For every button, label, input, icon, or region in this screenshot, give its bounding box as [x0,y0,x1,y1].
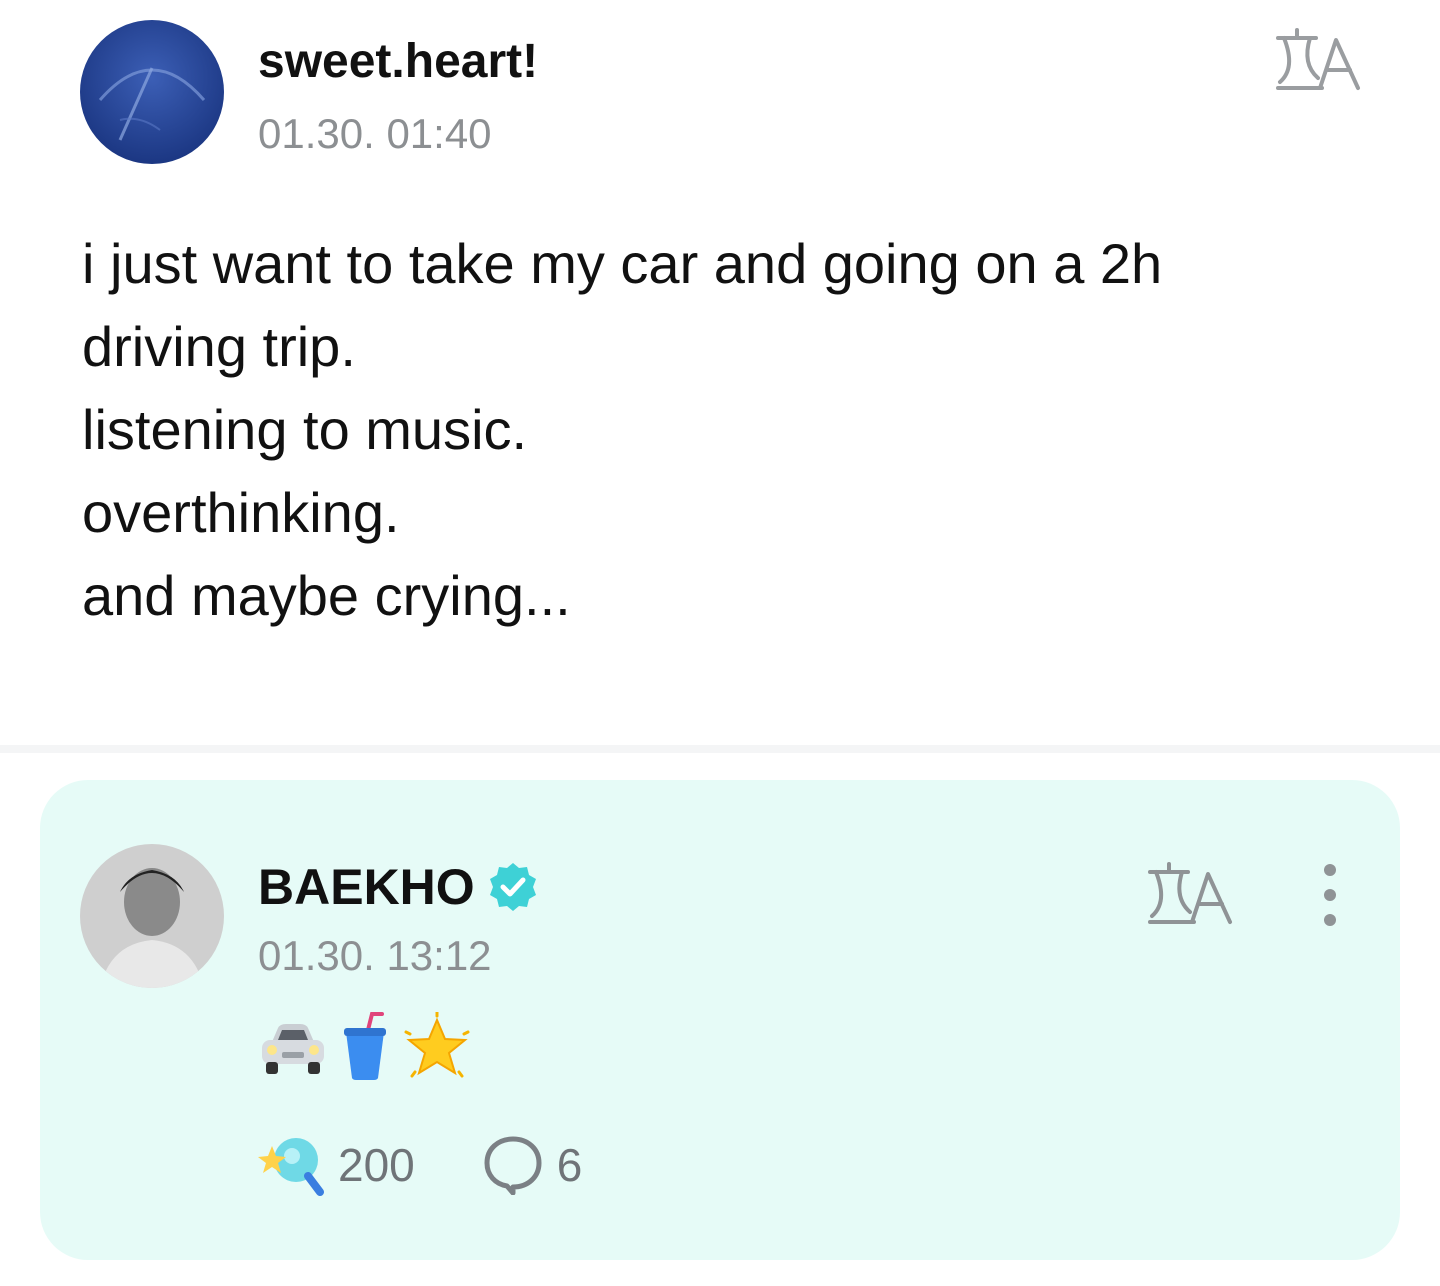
glowing-star-emoji [404,1012,470,1078]
reply-timestamp: 01.30. 13:12 [258,932,492,979]
section-divider [0,745,1440,753]
reply-stats: 200 6 [258,1130,582,1200]
translate-icon[interactable] [1144,860,1234,930]
fan-post: sweet.heart! 01.30. 01:40 i just want to… [0,0,1440,745]
cup-with-straw-emoji [344,1012,386,1080]
post-author-name[interactable]: sweet.heart! [258,34,538,89]
verified-badge-icon [487,861,539,913]
like-count: 200 [338,1139,415,1191]
like-button[interactable]: 200 [258,1132,415,1198]
translate-icon[interactable] [1272,26,1362,96]
lightstick-like-icon [258,1138,324,1196]
post-line: overthinking. [82,481,400,544]
reply-body [258,1012,472,1082]
post-timestamp: 01.30. 01:40 [258,110,492,157]
artist-reply-card[interactable]: BAEKHO 01.30. 13:12 200 6 [40,780,1400,1260]
post-line: and maybe crying... [82,564,571,627]
artist-name-row: BAEKHO [258,858,539,916]
post-line: i just want to take my car and going on … [82,232,1163,295]
artist-avatar-image [80,844,224,988]
comment-count: 6 [556,1139,583,1191]
fan-avatar[interactable] [80,20,224,164]
artist-name[interactable]: BAEKHO [258,858,475,916]
more-vertical-icon[interactable] [1310,860,1350,930]
post-body: i just want to take my car and going on … [82,222,1382,637]
post-line: listening to music. [82,398,528,461]
artist-avatar[interactable] [80,844,224,988]
car-emoji [262,1024,324,1074]
comment-button[interactable]: 6 [483,1135,583,1195]
comment-bubble-icon [484,1136,542,1195]
umbrella-avatar-image [80,20,224,164]
post-line: driving trip. [82,315,356,378]
